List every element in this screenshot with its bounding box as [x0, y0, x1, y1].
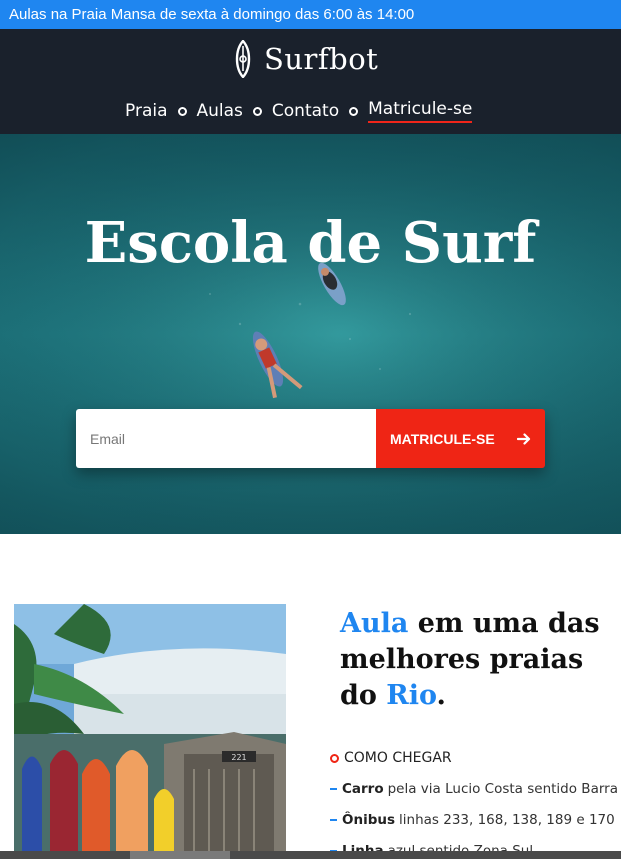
section-title: Aula em uma das melhores praias do Rio.: [340, 606, 620, 714]
hero-section: Escola de Surf MATRICULE-SE: [0, 134, 621, 534]
nav-separator-icon: [252, 106, 262, 116]
how-to-heading-text: COMO CHEGAR: [344, 750, 452, 766]
email-input[interactable]: [76, 409, 376, 468]
how-to-heading: COMO CHEGAR: [330, 750, 620, 766]
hero-ocean-image: [0, 134, 621, 534]
arrow-right-icon: [517, 432, 531, 445]
surfboards-photo: 221: [14, 604, 286, 859]
signup-form: MATRICULE-SE: [76, 409, 545, 468]
list-item-label: Carro: [342, 781, 384, 797]
list-item: Ônibus linhas 233, 168, 138, 189 e 170: [330, 810, 620, 830]
ring-bullet-icon: [330, 753, 339, 763]
list-item-label: Ônibus: [342, 812, 396, 828]
announcement-text: Aulas na Praia Mansa de sexta à domingo …: [9, 6, 415, 23]
nav-item-aulas[interactable]: Aulas: [197, 101, 243, 121]
scrollbar-thumb[interactable]: [130, 851, 230, 859]
nav-separator-icon: [177, 106, 187, 116]
list-item-text: linhas 233, 168, 138, 189 e 170: [399, 812, 615, 828]
matricule-se-button[interactable]: MATRICULE-SE: [376, 409, 545, 468]
list-item-text: pela via Lucio Costa sentido Barra: [387, 781, 618, 797]
title-highlight-rio: Rio: [386, 680, 437, 711]
nav-item-praia[interactable]: Praia: [125, 101, 168, 121]
title-end: .: [436, 680, 446, 711]
main-nav: Praia Aulas Contato Matricule-se: [125, 99, 473, 123]
title-highlight-aula: Aula: [340, 608, 409, 639]
dash-bullet-icon: [330, 788, 337, 790]
hero-title: Escola de Surf: [84, 210, 537, 276]
nav-item-contato[interactable]: Contato: [272, 101, 339, 121]
nav-item-matricule-se[interactable]: Matricule-se: [368, 99, 473, 123]
dash-bullet-icon: [330, 819, 337, 821]
photo-sign-number: 221: [231, 753, 246, 762]
matricule-se-button-label: MATRICULE-SE: [390, 430, 495, 447]
horizontal-scrollbar[interactable]: [0, 851, 621, 859]
nav-separator-icon: [349, 106, 359, 116]
list-item: Carro pela via Lucio Costa sentido Barra: [330, 779, 620, 799]
surfboard-logo-icon: [235, 40, 251, 78]
site-header: Surfbot Praia Aulas Contato Matricule-se: [0, 29, 621, 134]
announcement-bar: Aulas na Praia Mansa de sexta à domingo …: [0, 0, 621, 29]
surfboards-image: 221: [14, 604, 286, 859]
brand-name: Surfbot: [264, 42, 379, 76]
how-to-get-there: COMO CHEGAR Carro pela via Lucio Costa s…: [330, 750, 620, 859]
brand-logo-link[interactable]: Surfbot: [232, 39, 378, 79]
